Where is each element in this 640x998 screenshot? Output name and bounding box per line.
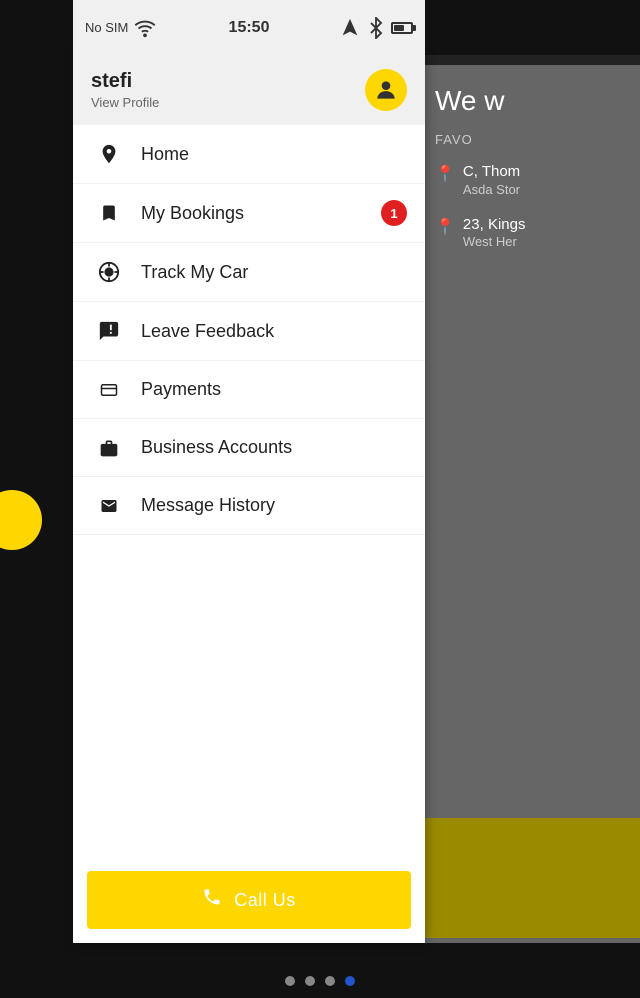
sidebar-item-home[interactable]: Home [73,125,425,184]
wifi-icon [134,17,156,39]
home-label: Home [141,144,189,165]
bluetooth-icon [365,17,387,39]
leave-feedback-label: Leave Feedback [141,321,274,342]
target-icon [93,261,125,283]
sidebar-item-track-my-car[interactable]: Track My Car [73,243,425,302]
call-us-button[interactable]: Call Us [87,871,411,929]
track-my-car-label: Track My Car [141,262,248,283]
call-us-bar: Call Us [73,857,425,943]
envelope-icon [93,497,125,515]
message-history-label: Message History [141,495,275,516]
phone-icon [202,887,222,913]
location-detail-2: 23, Kings West Her [463,215,526,250]
location-arrow-icon [339,17,361,39]
username-label: stefi [91,70,159,93]
profile-info: stefi View Profile [91,70,159,110]
dot-2[interactable] [305,976,315,986]
sidebar-item-leave-feedback[interactable]: Leave Feedback [73,302,425,361]
bookings-badge: 1 [381,200,407,226]
sidebar-item-payments[interactable]: Payments [73,361,425,419]
location-detail-1: C, Thom Asda Stor [463,162,520,197]
dot-3[interactable] [325,976,335,986]
carrier-label: No SIM [85,20,128,35]
sidebar-item-my-bookings[interactable]: My Bookings 1 [73,184,425,243]
status-bar: No SIM 15:50 [73,0,425,55]
call-us-label: Call Us [234,890,296,911]
status-right [339,17,413,39]
location-sub-2: West Her [463,234,526,249]
bottom-strip [0,943,640,998]
location-sub-1: Asda Stor [463,182,520,197]
dot-1[interactable] [285,976,295,986]
status-time: 15:50 [229,19,270,37]
battery-fill [394,25,404,31]
right-panel: We w FAVO 📍 C, Thom Asda Stor 📍 23, King… [425,0,640,998]
business-accounts-label: Business Accounts [141,437,292,458]
card-icon [93,381,125,399]
briefcase-icon [93,438,125,458]
pagination-dots [0,976,640,986]
sidebar-item-message-history[interactable]: Message History [73,477,425,535]
menu-items-list: Home My Bookings 1 [73,125,425,857]
profile-header[interactable]: stefi View Profile [73,55,425,125]
location-pin-icon-1: 📍 [435,164,455,184]
my-bookings-label: My Bookings [141,203,244,224]
right-panel-body: We w FAVO 📍 C, Thom Asda Stor 📍 23, King… [425,65,640,287]
location-name-1: C, Thom [463,162,520,182]
avatar[interactable] [365,69,407,111]
menu-panel: stefi View Profile Home [73,55,425,943]
payments-label: Payments [141,379,221,400]
location-pin-icon-2: 📍 [435,217,455,237]
dot-4-active[interactable] [345,976,355,986]
location-item-2[interactable]: 📍 23, Kings West Her [435,215,630,250]
feedback-icon [93,320,125,342]
favo-label: FAVO [435,132,630,147]
location-item-1[interactable]: 📍 C, Thom Asda Stor [435,162,630,197]
location-name-2: 23, Kings [463,215,526,235]
person-icon [373,77,399,103]
bookmark-icon [93,202,125,224]
right-panel-title: We w [435,85,630,117]
sidebar-item-business-accounts[interactable]: Business Accounts [73,419,425,477]
status-left: No SIM [85,17,156,39]
battery-icon [391,22,413,34]
view-profile-label[interactable]: View Profile [91,95,159,110]
yellow-accent-rect [425,818,640,938]
location-pin-icon [93,143,125,165]
